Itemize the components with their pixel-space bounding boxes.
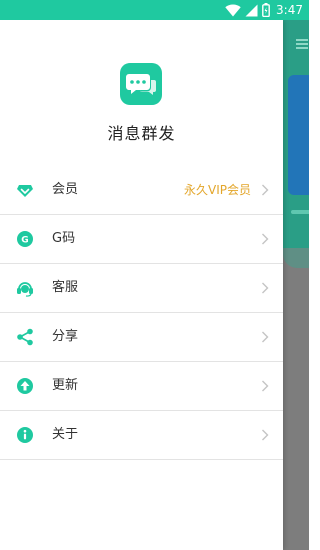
menu-item-g-code[interactable]: G G码 (0, 215, 283, 264)
navigation-drawer: 消息群发 会员 永久VIP会员 G G码 客服 分享 更新 关于 (0, 20, 283, 550)
menu-item-update[interactable]: 更新 (0, 362, 283, 411)
chevron-right-icon (262, 331, 269, 343)
menu-item-label: 更新 (52, 378, 79, 393)
chevron-right-icon (262, 380, 269, 392)
chevron-right-icon (262, 429, 269, 441)
menu-item-label: 关于 (52, 427, 79, 442)
menu-item-share[interactable]: 分享 (0, 313, 283, 362)
diamond-icon (17, 185, 33, 197)
chevron-right-icon (262, 282, 269, 294)
background-wave (283, 248, 309, 268)
g-code-icon: G (17, 231, 33, 247)
menu-item-about[interactable]: 关于 (0, 411, 283, 460)
background-decoration (291, 210, 309, 214)
menu-item-label: 客服 (52, 280, 79, 295)
drawer-menu: 会员 永久VIP会员 G G码 客服 分享 更新 关于 (0, 166, 283, 460)
update-arrow-icon (17, 378, 33, 394)
membership-status: 永久VIP会员 (184, 183, 251, 197)
wifi-icon (225, 4, 241, 16)
menu-item-label: G码 (52, 231, 76, 246)
chevron-right-icon (262, 233, 269, 245)
info-icon (17, 427, 33, 443)
menu-item-label: 分享 (52, 329, 79, 344)
menu-item-membership[interactable]: 会员 永久VIP会员 (0, 166, 283, 215)
cell-signal-icon (245, 4, 258, 16)
app-logo (120, 63, 162, 105)
status-time: 3:47 (276, 3, 303, 17)
status-bar: 3:47 (0, 0, 309, 20)
headset-icon (17, 282, 33, 297)
background-app (283, 20, 309, 550)
battery-icon (262, 3, 270, 17)
svg-text:G: G (21, 235, 28, 245)
chat-bubbles-icon (126, 74, 156, 95)
background-card (288, 75, 309, 195)
hamburger-menu-icon[interactable] (296, 39, 308, 49)
share-icon (17, 328, 33, 346)
phone-screen: 3:47 消息群发 会员 永久VIP会员 G G码 客服 分享 更新 关于 (0, 0, 309, 550)
status-icons: 3:47 (225, 2, 303, 18)
menu-item-label: 会员 (52, 182, 79, 197)
chevron-right-icon (262, 184, 269, 196)
menu-item-customer-service[interactable]: 客服 (0, 264, 283, 313)
app-name: 消息群发 (107, 124, 176, 143)
